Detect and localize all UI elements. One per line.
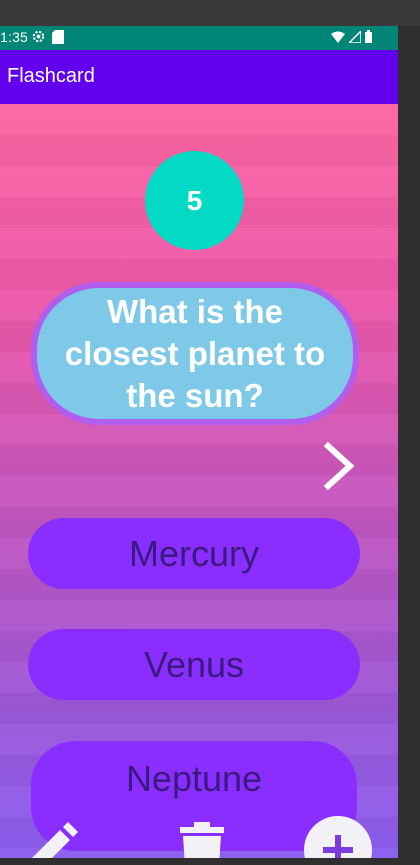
delete-button[interactable] bbox=[176, 822, 228, 858]
cell-signal-icon bbox=[347, 29, 362, 46]
status-bar: 1:35 bbox=[0, 26, 398, 50]
battery-icon bbox=[365, 30, 372, 46]
question-text: What is the closest planet to the sun? bbox=[37, 288, 353, 419]
next-button[interactable] bbox=[318, 440, 362, 492]
pencil-icon bbox=[32, 822, 78, 858]
window-chrome bbox=[0, 0, 420, 26]
plus-icon bbox=[323, 835, 353, 858]
flashcard-screen: 5 What is the closest planet to the sun?… bbox=[0, 104, 398, 858]
question-card[interactable]: What is the closest planet to the sun? bbox=[31, 282, 359, 425]
chevron-right-icon bbox=[323, 441, 355, 491]
device-screen: 1:35 Flashcard 5 What is the closest pla… bbox=[0, 26, 398, 858]
status-time: 1:35 bbox=[0, 29, 29, 45]
emulator-frame-bottom bbox=[0, 858, 420, 865]
wifi-icon bbox=[331, 30, 345, 46]
edit-button[interactable] bbox=[16, 816, 84, 858]
settings-icon bbox=[31, 29, 46, 47]
answer-label: Venus bbox=[143, 643, 245, 685]
answer-label: Mercury bbox=[128, 532, 259, 574]
add-button[interactable] bbox=[304, 816, 372, 858]
answer-button-mercury[interactable]: Mercury bbox=[28, 518, 360, 589]
answer-label: Neptune bbox=[125, 758, 263, 799]
app-title: Flashcard bbox=[7, 65, 95, 87]
sim-card-icon bbox=[52, 29, 64, 47]
trash-icon bbox=[180, 822, 224, 858]
answer-button-venus[interactable]: Venus bbox=[28, 629, 360, 700]
score-value: 5 bbox=[186, 184, 203, 216]
score-badge: 5 bbox=[145, 151, 244, 250]
app-bar: Flashcard bbox=[0, 50, 398, 104]
emulator-frame bbox=[398, 26, 420, 865]
